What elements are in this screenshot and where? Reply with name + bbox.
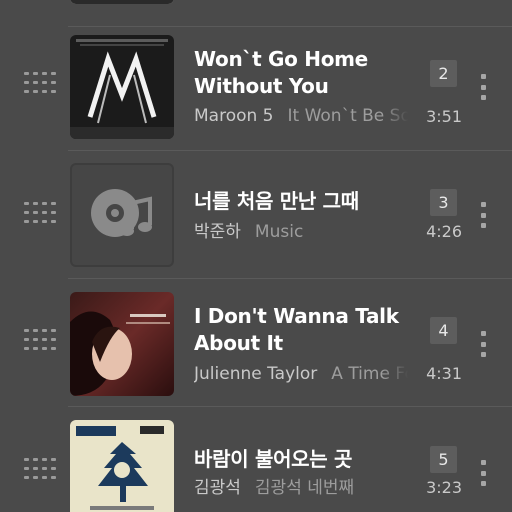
previous-track-row-partial[interactable] [0,0,512,26]
track-meta: 김광석 김광석 네번째 [194,476,408,500]
track-number-badge: 2 [430,60,457,87]
track-meta: 박준하 Music [194,220,408,244]
track-title: I Don't Wanna Talk About It [194,304,399,355]
track-row[interactable]: 바람이 불어오는 곳 김광석 김광석 네번째 5 3:23 [0,408,512,512]
track-artist: 박준하 [194,222,241,242]
track-duration: 3:23 [426,478,462,497]
track-duration: 4:31 [426,364,462,383]
more-options-icon[interactable] [476,460,490,486]
drag-handle-icon[interactable] [24,329,58,355]
track-album: 김광석 네번째 [254,478,355,498]
drag-handle-icon[interactable] [24,458,58,484]
track-artist: 김광석 [194,478,241,498]
track-number-badge: 5 [430,446,457,473]
track-album: It Won`t Be Soon Before Long [287,106,409,126]
row-divider [68,406,512,407]
track-artist: Maroon 5 [194,106,274,126]
track-artist: Julienne Taylor [194,364,318,384]
track-title: Won`t Go Home Without You [194,47,368,98]
music-placeholder-icon [70,163,174,267]
track-duration: 4:26 [426,222,462,241]
track-title: 너를 처음 만난 그때 [194,189,359,213]
track-meta: Julienne Taylor A Time For Love [194,362,408,386]
maroon5-album-art [70,35,174,139]
julienne-taylor-album-art [70,292,174,396]
track-number-badge: 4 [430,317,457,344]
track-album: A Time For Love [331,364,408,384]
track-number-badge: 3 [430,189,457,216]
row-divider [68,150,512,151]
playlist-screen: Won`t Go Home Without You Maroon 5 It Won… [0,0,512,512]
track-title: 바람이 불어오는 곳 [194,447,353,471]
track-duration: 3:51 [426,107,462,126]
track-row[interactable]: Won`t Go Home Without You Maroon 5 It Won… [0,24,512,150]
more-options-icon[interactable] [476,202,490,228]
drag-handle-icon[interactable] [24,72,58,98]
more-options-icon[interactable] [476,331,490,357]
track-meta: Maroon 5 It Won`t Be Soon Before Long [194,104,408,128]
more-options-icon[interactable] [476,74,490,100]
kim-kwang-seok-album-art [70,420,174,512]
track-row[interactable]: I Don't Wanna Talk About It Julienne Tay… [0,279,512,405]
track-row[interactable]: 너를 처음 만난 그때 박준하 Music 3 4:26 [0,152,512,278]
track-album: Music [254,222,304,242]
previous-album-art [70,0,174,4]
drag-handle-icon[interactable] [24,202,58,228]
